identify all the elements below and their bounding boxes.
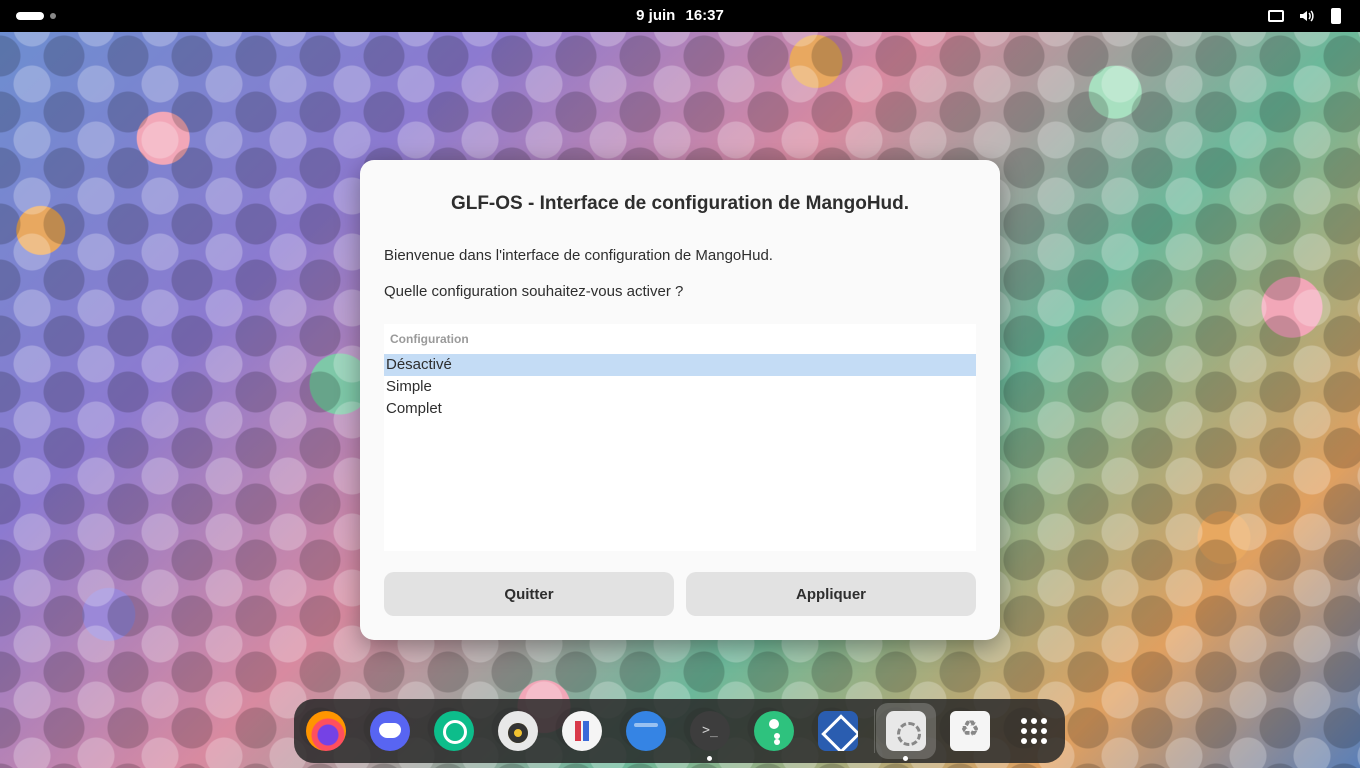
dock-files[interactable] xyxy=(624,709,668,753)
list-item-simple[interactable]: Simple xyxy=(384,376,976,398)
speaker-icon xyxy=(498,711,538,751)
firefox-icon xyxy=(306,711,346,751)
screen-icon xyxy=(1268,8,1284,24)
welcome-text: Bienvenue dans l'interface de configurat… xyxy=(384,247,773,264)
list-item-desactive[interactable]: Désactivé xyxy=(384,354,976,376)
running-indicator xyxy=(903,756,908,761)
dock-element[interactable] xyxy=(432,709,476,753)
apply-button[interactable]: Appliquer xyxy=(686,572,976,616)
dock-discord[interactable] xyxy=(368,709,412,753)
date-label: 9 juin xyxy=(636,7,676,24)
dock-flathub[interactable] xyxy=(560,709,604,753)
dock-terminal[interactable]: >_ xyxy=(688,709,732,761)
terminal-icon: >_ xyxy=(690,711,730,751)
list-column-header[interactable]: Configuration xyxy=(384,324,976,354)
dock-firefox[interactable] xyxy=(304,709,348,753)
configuration-list[interactable]: Configuration Désactivé Simple Complet xyxy=(384,324,976,551)
dock-trash[interactable] xyxy=(948,709,992,753)
battery-icon xyxy=(1328,8,1344,24)
dock: >_ xyxy=(294,699,1065,763)
keyring-icon xyxy=(754,711,794,751)
settings-icon xyxy=(886,711,926,751)
files-icon xyxy=(626,711,666,751)
app-grid-icon xyxy=(1014,711,1054,751)
volume-icon xyxy=(1298,8,1314,24)
clock[interactable]: 9 juin 16:37 xyxy=(0,7,1360,24)
trash-icon xyxy=(950,711,990,751)
dock-speaker[interactable] xyxy=(496,709,540,753)
dock-app-grid[interactable] xyxy=(1012,709,1056,753)
flathub-icon xyxy=(562,711,602,751)
top-bar: 9 juin 16:37 xyxy=(0,0,1360,32)
virtualbox-icon xyxy=(818,711,858,751)
discord-icon xyxy=(370,711,410,751)
system-tray[interactable] xyxy=(1268,8,1344,24)
quit-button[interactable]: Quitter xyxy=(384,572,674,616)
mangohud-config-dialog: GLF-OS - Interface de configuration de M… xyxy=(360,160,1000,640)
dock-virtualbox[interactable] xyxy=(816,709,860,753)
dock-settings[interactable] xyxy=(884,709,928,761)
running-indicator xyxy=(707,756,712,761)
list-item-complet[interactable]: Complet xyxy=(384,398,976,420)
dialog-title: GLF-OS - Interface de configuration de M… xyxy=(450,193,910,214)
dock-keyring[interactable] xyxy=(752,709,796,753)
element-icon xyxy=(434,711,474,751)
dock-separator xyxy=(874,709,875,753)
time-label: 16:37 xyxy=(685,7,724,24)
question-text: Quelle configuration souhaitez-vous acti… xyxy=(384,283,684,300)
